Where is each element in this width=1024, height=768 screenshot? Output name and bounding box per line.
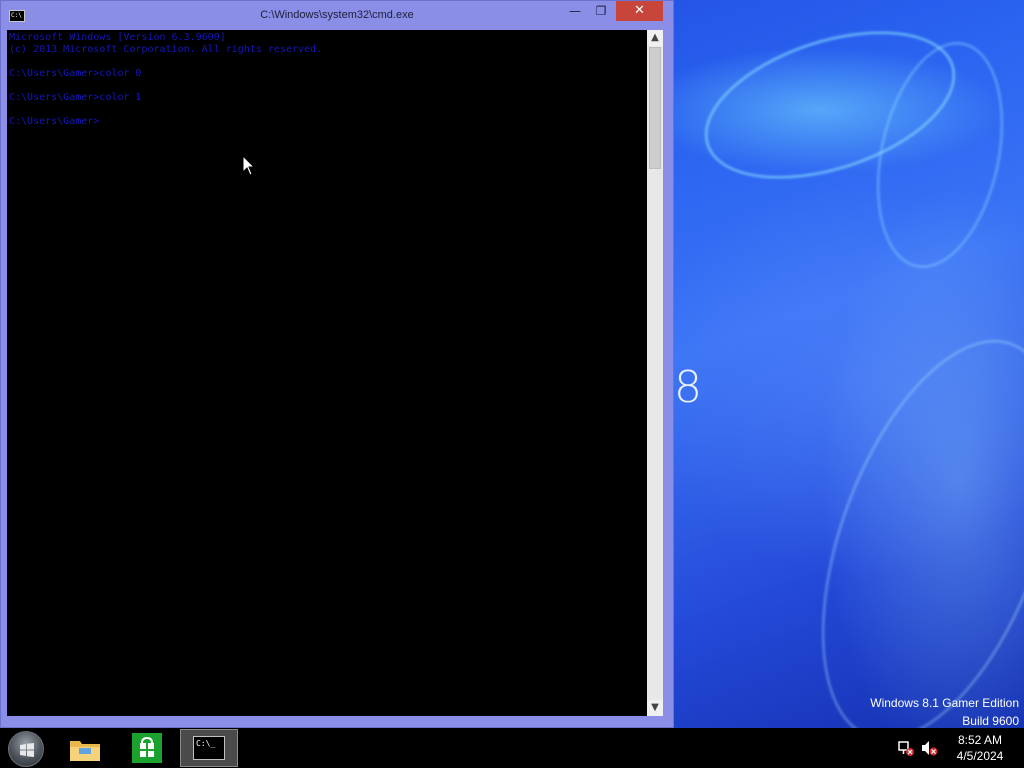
- windows-edition-watermark: Windows 8.1 Gamer Edition Build 9600: [870, 694, 1019, 730]
- window-titlebar[interactable]: C:\ C:\Windows\system32\cmd.exe — ❐ ✕: [1, 1, 673, 30]
- folder-icon: [70, 741, 100, 761]
- volume-muted-icon[interactable]: [920, 739, 938, 757]
- minimize-button[interactable]: —: [562, 1, 588, 21]
- edition-line: Windows 8.1 Gamer Edition: [870, 696, 1019, 710]
- taskbar-clock[interactable]: 8:52 AM 4/5/2024: [946, 732, 1014, 764]
- console-line: C:\Users\Gamer>color 0: [9, 68, 142, 79]
- windows-orb-icon: [20, 743, 34, 757]
- clock-date: 4/5/2024: [956, 749, 1004, 763]
- console-line: C:\Users\Gamer>: [9, 116, 100, 127]
- scroll-up-button[interactable]: ▲: [647, 30, 663, 46]
- mouse-pointer-icon: [242, 155, 256, 176]
- network-disconnected-icon[interactable]: [897, 739, 915, 757]
- store-icon: [132, 733, 162, 763]
- scroll-thumb[interactable]: [649, 47, 661, 169]
- cmd-window[interactable]: C:\ C:\Windows\system32\cmd.exe — ❐ ✕ Mi…: [0, 0, 674, 728]
- clock-time: 8:52 AM: [957, 733, 1003, 747]
- console-output[interactable]: Microsoft Windows [Version 6.3.9600] (c)…: [7, 30, 647, 716]
- console-line: (c) 2013 Microsoft Corporation. All righ…: [9, 44, 323, 55]
- cmd-icon: C:\_: [193, 736, 225, 760]
- taskbar-command-prompt[interactable]: C:\_: [180, 729, 238, 767]
- vertical-scrollbar[interactable]: ▲ ▼: [647, 30, 663, 716]
- windows-logo-fragment: 8: [674, 362, 702, 413]
- start-button[interactable]: [8, 731, 44, 767]
- console-line: Microsoft Windows [Version 6.3.9600]: [9, 32, 226, 43]
- close-button[interactable]: ✕: [616, 1, 663, 21]
- taskbar: C:\_ 8:52 AM 4/5/2024: [0, 728, 1024, 768]
- taskbar-store[interactable]: [118, 729, 176, 767]
- taskbar-file-explorer[interactable]: [56, 729, 114, 767]
- scroll-down-button[interactable]: ▼: [647, 700, 663, 716]
- maximize-button[interactable]: ❐: [588, 1, 614, 21]
- console-line: C:\Users\Gamer>color 1: [9, 92, 142, 103]
